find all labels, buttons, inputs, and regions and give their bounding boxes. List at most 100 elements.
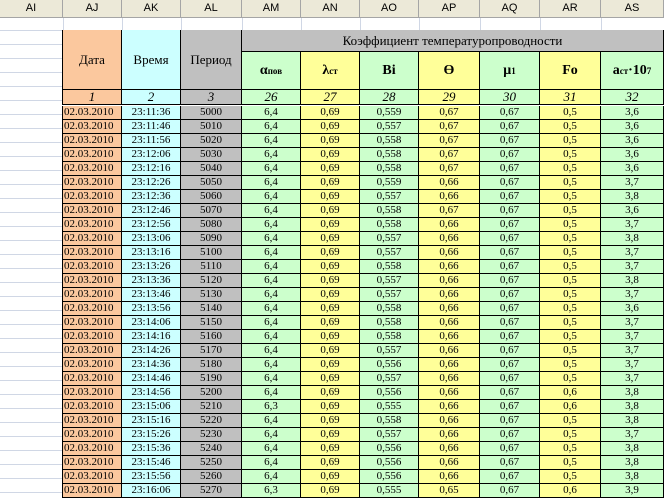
cell-fo[interactable]: 0,5 xyxy=(540,176,601,190)
column-number-mu[interactable]: 30 xyxy=(480,90,540,105)
cell-period[interactable]: 5250 xyxy=(181,456,242,470)
cell-period[interactable]: 5180 xyxy=(181,358,242,372)
cell-period[interactable]: 5080 xyxy=(181,218,242,232)
cell-theta[interactable]: 0,66 xyxy=(419,344,480,358)
cell-alpha[interactable]: 6,3 xyxy=(242,400,301,414)
cell-mu[interactable]: 0,67 xyxy=(480,302,540,316)
cell-a[interactable]: 3,8 xyxy=(601,442,664,456)
cell-bi[interactable]: 0,557 xyxy=(360,428,419,442)
cell-lambda[interactable]: 0,69 xyxy=(301,120,360,134)
cell-bi[interactable]: 0,558 xyxy=(360,162,419,176)
cell-lambda[interactable]: 0,69 xyxy=(301,456,360,470)
cell-date[interactable]: 02.03.2010 xyxy=(62,218,122,232)
cell-alpha[interactable]: 6,4 xyxy=(242,302,301,316)
cell-theta[interactable]: 0,67 xyxy=(419,148,480,162)
cell-lambda[interactable]: 0,69 xyxy=(301,358,360,372)
cell-theta[interactable]: 0,66 xyxy=(419,330,480,344)
cell-alpha[interactable]: 6,4 xyxy=(242,106,301,120)
cell-bi[interactable]: 0,557 xyxy=(360,120,419,134)
cell-period[interactable]: 5000 xyxy=(181,106,242,120)
cell-fo[interactable]: 0,5 xyxy=(540,204,601,218)
cell-alpha[interactable]: 6,4 xyxy=(242,232,301,246)
cell-time[interactable]: 23:15:46 xyxy=(122,456,181,470)
cell-alpha[interactable]: 6,4 xyxy=(242,372,301,386)
cell-bi[interactable]: 0,555 xyxy=(360,400,419,414)
cell-bi[interactable]: 0,559 xyxy=(360,106,419,120)
cell-theta[interactable]: 0,66 xyxy=(419,470,480,484)
cell-date[interactable]: 02.03.2010 xyxy=(62,148,122,162)
cell-alpha[interactable]: 6,4 xyxy=(242,386,301,400)
cell-alpha[interactable]: 6,4 xyxy=(242,414,301,428)
cell-period[interactable]: 5040 xyxy=(181,162,242,176)
cell-bi[interactable]: 0,556 xyxy=(360,358,419,372)
column-header-ak[interactable]: AK xyxy=(122,0,181,18)
cell-time[interactable]: 23:13:36 xyxy=(122,274,181,288)
cell-mu[interactable]: 0,67 xyxy=(480,246,540,260)
cell-a[interactable]: 3,8 xyxy=(601,400,664,414)
cell-fo[interactable]: 0,5 xyxy=(540,428,601,442)
cell-lambda[interactable]: 0,69 xyxy=(301,232,360,246)
cell-fo[interactable]: 0,6 xyxy=(540,400,601,414)
cell-fo[interactable]: 0,5 xyxy=(540,316,601,330)
cell-lambda[interactable]: 0,69 xyxy=(301,204,360,218)
cell-mu[interactable]: 0,67 xyxy=(480,176,540,190)
cell-alpha[interactable]: 6,3 xyxy=(242,484,301,498)
cell-a[interactable]: 3,7 xyxy=(601,344,664,358)
cell-theta[interactable]: 0,66 xyxy=(419,456,480,470)
cell-period[interactable]: 5210 xyxy=(181,400,242,414)
cell-time[interactable]: 23:14:26 xyxy=(122,344,181,358)
cell-bi[interactable]: 0,555 xyxy=(360,484,419,498)
cell-lambda[interactable]: 0,69 xyxy=(301,414,360,428)
cell-bi[interactable]: 0,557 xyxy=(360,274,419,288)
cell-theta[interactable]: 0,65 xyxy=(419,484,480,498)
cell-time[interactable]: 23:12:26 xyxy=(122,176,181,190)
cell-bi[interactable]: 0,558 xyxy=(360,302,419,316)
cell-alpha[interactable]: 6,4 xyxy=(242,274,301,288)
cell-mu[interactable]: 0,67 xyxy=(480,456,540,470)
cell-a[interactable]: 3,6 xyxy=(601,106,664,120)
cell-period[interactable]: 5100 xyxy=(181,246,242,260)
cell-fo[interactable]: 0,5 xyxy=(540,232,601,246)
column-number-date[interactable]: 1 xyxy=(62,90,122,105)
cell-date[interactable]: 02.03.2010 xyxy=(62,428,122,442)
cell-mu[interactable]: 0,67 xyxy=(480,190,540,204)
cell-date[interactable]: 02.03.2010 xyxy=(62,120,122,134)
column-number-bi[interactable]: 28 xyxy=(360,90,419,105)
cell-alpha[interactable]: 6,4 xyxy=(242,260,301,274)
cell-lambda[interactable]: 0,69 xyxy=(301,386,360,400)
cell-mu[interactable]: 0,67 xyxy=(480,204,540,218)
cell-a[interactable]: 3,8 xyxy=(601,232,664,246)
column-header-ao[interactable]: AO xyxy=(360,0,419,18)
cell-period[interactable]: 5140 xyxy=(181,302,242,316)
cell-alpha[interactable]: 6,4 xyxy=(242,190,301,204)
cell-bi[interactable]: 0,558 xyxy=(360,316,419,330)
cell-fo[interactable]: 0,5 xyxy=(540,162,601,176)
cell-lambda[interactable]: 0,69 xyxy=(301,442,360,456)
cell-time[interactable]: 23:13:06 xyxy=(122,232,181,246)
cell-time[interactable]: 23:15:06 xyxy=(122,400,181,414)
header-time[interactable]: Время xyxy=(122,30,181,90)
cell-fo[interactable]: 0,6 xyxy=(540,386,601,400)
cell-period[interactable]: 5160 xyxy=(181,330,242,344)
cell-period[interactable]: 5200 xyxy=(181,386,242,400)
cell-lambda[interactable]: 0,69 xyxy=(301,190,360,204)
cell-date[interactable]: 02.03.2010 xyxy=(62,372,122,386)
cell-time[interactable]: 23:12:56 xyxy=(122,218,181,232)
cell-mu[interactable]: 0,67 xyxy=(480,162,540,176)
cell-lambda[interactable]: 0,69 xyxy=(301,330,360,344)
cell-a[interactable]: 3,7 xyxy=(601,358,664,372)
cell-mu[interactable]: 0,67 xyxy=(480,358,540,372)
cell-date[interactable]: 02.03.2010 xyxy=(62,344,122,358)
cell-date[interactable]: 02.03.2010 xyxy=(62,302,122,316)
cell-alpha[interactable]: 6,4 xyxy=(242,246,301,260)
cell-bi[interactable]: 0,558 xyxy=(360,134,419,148)
cell-time[interactable]: 23:15:26 xyxy=(122,428,181,442)
cell-a[interactable]: 3,7 xyxy=(601,246,664,260)
cell-period[interactable]: 5110 xyxy=(181,260,242,274)
cell-time[interactable]: 23:13:26 xyxy=(122,260,181,274)
spreadsheet-grid[interactable]: AI AJ AK AL AM AN AO AP AQ AR AS Дата Вр… xyxy=(0,0,664,498)
cell-time[interactable]: 23:14:36 xyxy=(122,358,181,372)
cell-bi[interactable]: 0,558 xyxy=(360,218,419,232)
cell-period[interactable]: 5170 xyxy=(181,344,242,358)
cell-mu[interactable]: 0,67 xyxy=(480,484,540,498)
